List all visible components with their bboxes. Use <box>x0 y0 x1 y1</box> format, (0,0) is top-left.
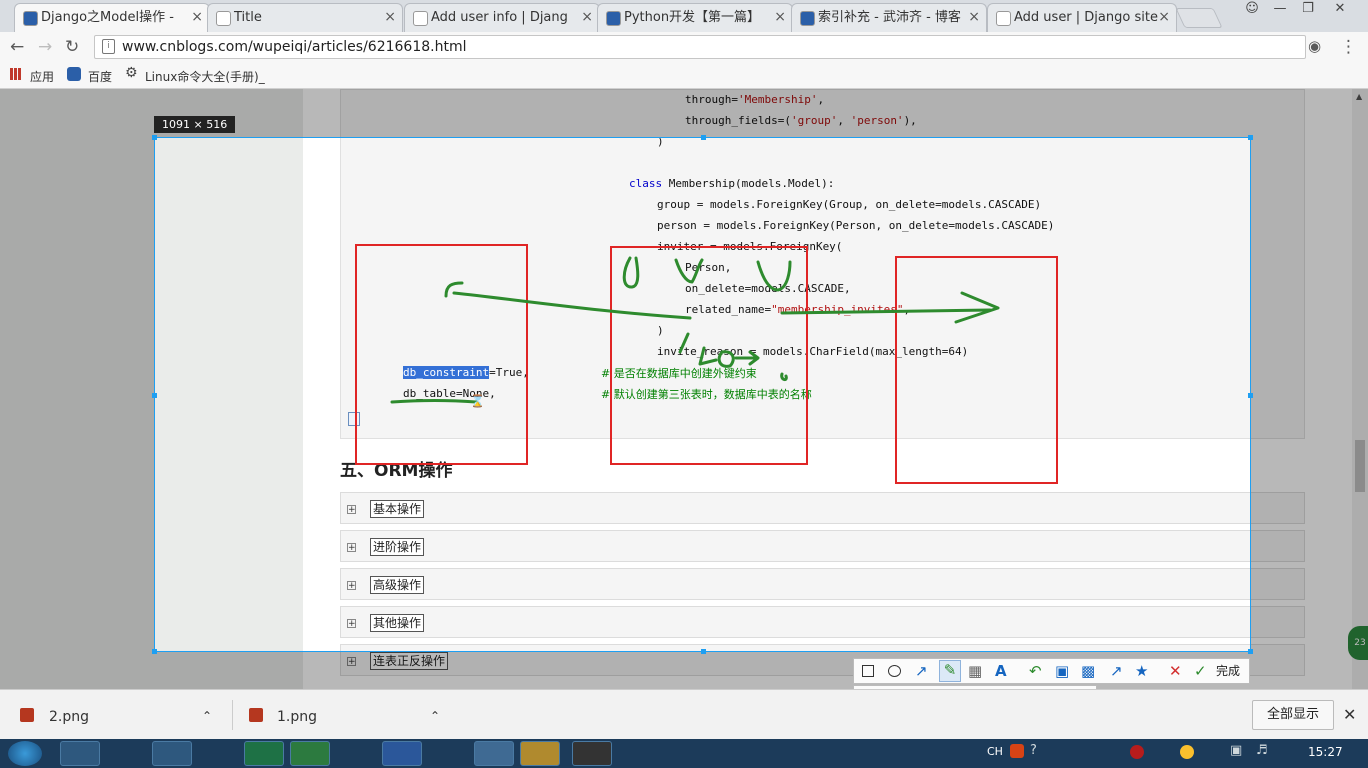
annotation-mark <box>678 332 690 354</box>
windows-taskbar: CH ? ▣ ♬ 15:27 <box>0 739 1368 768</box>
annotation-letter-u <box>622 256 640 289</box>
undo-icon[interactable]: ↶ <box>1029 662 1042 680</box>
done-check-icon[interactable]: ✓ <box>1194 662 1207 680</box>
language-indicator[interactable]: CH <box>987 745 1003 758</box>
pycharm-taskbar-icon[interactable] <box>290 741 330 766</box>
notepad-taskbar-icon[interactable] <box>152 741 192 766</box>
rectangle-tool-icon[interactable] <box>862 665 874 677</box>
done-button[interactable]: 完成 <box>1216 662 1240 680</box>
annotation-letter-v <box>674 258 704 284</box>
download-bar: 2.png ⌃ 1.png ⌃ 全部显示 ✕ <box>0 689 1368 740</box>
text-cursor-icon: ⌛ <box>470 394 485 408</box>
freehand-annotation <box>390 256 1000 404</box>
image-file-icon <box>20 708 34 722</box>
input-method-icon[interactable] <box>1010 744 1024 758</box>
clock[interactable]: 15:27 <box>1308 745 1343 759</box>
mosaic-tool-icon[interactable]: ▦ <box>968 662 982 680</box>
image-file-icon <box>249 708 263 722</box>
tray-app-icon[interactable] <box>1180 745 1194 759</box>
word-taskbar-icon[interactable] <box>382 741 422 766</box>
copy-icon[interactable]: ▩ <box>1081 662 1095 680</box>
download-item-name[interactable]: 2.png <box>49 709 89 725</box>
annotation-arrow-line-left <box>452 291 692 320</box>
download-item-name[interactable]: 1.png <box>277 709 317 725</box>
explorer-taskbar-icon[interactable] <box>60 741 100 766</box>
annotation-dot <box>780 372 788 382</box>
annotation-digit-4 <box>698 346 718 366</box>
cancel-icon[interactable]: ✕ <box>1169 662 1182 680</box>
show-all-downloads-button[interactable]: 全部显示 <box>1252 700 1334 730</box>
app-taskbar-icon[interactable] <box>106 741 146 766</box>
media-taskbar-icon[interactable] <box>520 741 560 766</box>
excel-taskbar-icon[interactable] <box>244 741 284 766</box>
chevron-up-icon[interactable]: ⌃ <box>430 709 440 723</box>
network-icon[interactable]: ▣ <box>1230 743 1242 758</box>
annotation-arrow-line-right <box>780 308 992 315</box>
chevron-up-icon[interactable]: ⌃ <box>202 709 212 723</box>
annotation-underline <box>390 399 478 404</box>
download-separator <box>232 700 233 730</box>
close-download-bar-icon[interactable]: ✕ <box>1343 705 1356 724</box>
share-icon[interactable]: ↗ <box>1110 662 1123 680</box>
chrome-taskbar-icon[interactable] <box>474 741 514 766</box>
pen-tool-icon[interactable]: ✎ <box>939 660 961 682</box>
text-tool-icon[interactable]: A <box>995 662 1007 680</box>
terminal-taskbar-icon[interactable] <box>572 741 612 766</box>
annotation-small-arrow <box>734 350 760 366</box>
volume-icon[interactable]: ♬ <box>1256 743 1268 758</box>
capture-toolbar: ↗ ✎ ▦ A ↶ ▣ ▩ ↗ ★ ✕ ✓ 完成 <box>853 658 1250 684</box>
annotation-digit-0 <box>717 350 735 368</box>
ellipse-tool-icon[interactable] <box>888 665 901 677</box>
pin-star-icon[interactable]: ★ <box>1135 662 1148 680</box>
annotation-arrowhead-right <box>954 291 1000 324</box>
tray-app-icon[interactable] <box>1130 745 1144 759</box>
annotation-letter-u-2 <box>756 260 792 292</box>
arrow-tool-icon[interactable]: ↗ <box>915 662 928 680</box>
start-button-icon[interactable] <box>8 741 42 766</box>
app-taskbar-icon[interactable] <box>336 741 376 766</box>
save-icon[interactable]: ▣ <box>1055 662 1069 680</box>
app-taskbar-icon[interactable] <box>198 741 238 766</box>
app-taskbar-icon[interactable] <box>428 741 468 766</box>
help-icon[interactable]: ? <box>1030 743 1037 758</box>
